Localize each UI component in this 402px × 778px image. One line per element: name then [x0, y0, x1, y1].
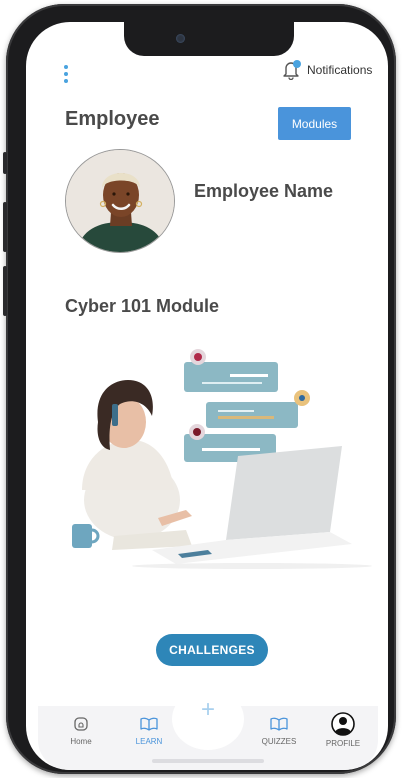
bell-icon	[282, 60, 301, 81]
nav-quizzes[interactable]: QUIZZES	[254, 716, 304, 746]
notch	[124, 22, 294, 56]
avatar	[65, 149, 175, 253]
chat-bubble-middle	[206, 390, 310, 428]
plus-icon: +	[200, 696, 215, 723]
notifications-button[interactable]: Notifications	[282, 60, 373, 81]
nav-learn-label: LEARN	[135, 737, 163, 746]
nav-quizzes-label: QUIZZES	[261, 737, 297, 746]
book-icon	[140, 717, 158, 731]
nav-learn[interactable]: LEARN	[124, 716, 174, 746]
nav-profile[interactable]: PROFILE	[318, 712, 368, 748]
front-camera	[176, 34, 185, 43]
section-title: Employee	[65, 108, 160, 130]
volume-down-button	[3, 266, 7, 316]
profile-icon	[331, 712, 355, 736]
notifications-label: Notifications	[307, 63, 373, 77]
module-illustration	[52, 340, 382, 570]
app-screen: Notifications Employee Modules Employee …	[26, 22, 388, 770]
nav-profile-label: PROFILE	[325, 739, 361, 748]
nav-home-label: Home	[70, 737, 92, 746]
module-title: Cyber 101 Module	[65, 296, 220, 316]
nav-home[interactable]: Home	[56, 716, 106, 746]
home-icon	[74, 717, 88, 731]
home-indicator	[152, 759, 264, 763]
phone-frame: Notifications Employee Modules Employee …	[3, 4, 396, 774]
volume-up-button	[3, 202, 7, 252]
menu-icon[interactable]	[64, 65, 70, 85]
chat-bubble-top	[184, 349, 278, 392]
employee-name: Employee Name	[194, 181, 334, 201]
add-button[interactable]: +	[172, 688, 244, 750]
challenges-button[interactable]: CHALLENGES	[156, 634, 268, 666]
laptop	[152, 446, 352, 564]
woman-figure	[72, 380, 192, 550]
book-icon	[270, 717, 288, 731]
mute-switch	[3, 152, 7, 174]
modules-button[interactable]: Modules	[278, 107, 351, 140]
